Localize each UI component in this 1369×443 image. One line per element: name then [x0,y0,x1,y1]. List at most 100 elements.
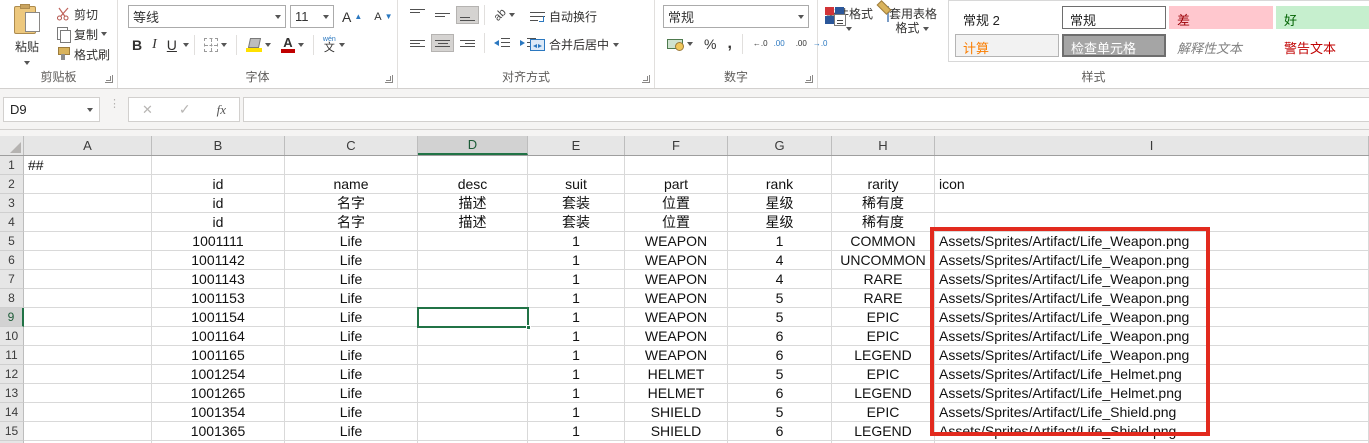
cell-I8[interactable]: Assets/Sprites/Artifact/Life_Weapon.png [935,289,1369,308]
cell-H4[interactable]: 稀有度 [832,213,935,232]
cell-F6[interactable]: WEAPON [625,251,728,270]
cell-H9[interactable]: EPIC [832,308,935,327]
cell-D2[interactable]: desc [418,175,528,194]
style-chip-explanatory[interactable]: 解释性文本 [1169,34,1273,57]
column-header-H[interactable]: H [832,136,935,155]
cell-A2[interactable] [24,175,152,194]
cell-C7[interactable]: Life [285,270,418,289]
cell-A1[interactable]: ## [24,156,152,175]
cell-I15[interactable]: Assets/Sprites/Artifact/Life_Shield.png [935,422,1369,441]
cell-I12[interactable]: Assets/Sprites/Artifact/Life_Helmet.png [935,365,1369,384]
column-header-B[interactable]: B [152,136,285,155]
cell-A3[interactable] [24,194,152,213]
style-chip-good[interactable]: 好 [1276,6,1369,29]
cell-B12[interactable]: 1001254 [152,365,285,384]
cell-C6[interactable]: Life [285,251,418,270]
cell-H1[interactable] [832,156,935,175]
cell-F4[interactable]: 位置 [625,213,728,232]
cell-D10[interactable] [418,327,528,346]
cell-F11[interactable]: WEAPON [625,346,728,365]
row-header-7[interactable]: 7 [0,270,24,289]
cell-B13[interactable]: 1001265 [152,384,285,403]
underline-button[interactable]: U [163,34,181,56]
row-header-3[interactable]: 3 [0,194,24,213]
cell-F12[interactable]: HELMET [625,365,728,384]
style-chip-warning[interactable]: 警告文本 [1276,34,1369,57]
accounting-format-button[interactable] [663,35,697,54]
formula-input[interactable] [243,97,1369,122]
row-header-15[interactable]: 15 [0,422,24,441]
increase-decimal-button[interactable]: ←.0 .00 [749,37,789,51]
cell-D11[interactable] [418,346,528,365]
borders-button[interactable] [200,35,231,55]
name-box-caret-icon[interactable] [87,108,93,112]
alignment-dialog-launcher-icon[interactable] [642,75,650,83]
cell-I5[interactable]: Assets/Sprites/Artifact/Life_Weapon.png [935,232,1369,251]
style-chip-calculation[interactable]: 计算 [955,34,1059,57]
cell-D15[interactable] [418,422,528,441]
format-painter-button[interactable]: 格式刷 [52,44,116,64]
cell-B11[interactable]: 1001165 [152,346,285,365]
middle-align-button[interactable] [431,6,454,24]
merge-center-button[interactable]: 合并后居中 [526,33,623,56]
cell-B14[interactable]: 1001354 [152,403,285,422]
row-header-10[interactable]: 10 [0,327,24,346]
align-center-button[interactable] [431,34,454,52]
cell-F10[interactable]: WEAPON [625,327,728,346]
cell-E13[interactable]: 1 [528,384,625,403]
decrease-indent-button[interactable] [490,34,514,52]
cell-I13[interactable]: Assets/Sprites/Artifact/Life_Helmet.png [935,384,1369,403]
bold-button[interactable]: B [128,34,146,56]
cell-I14[interactable]: Assets/Sprites/Artifact/Life_Shield.png [935,403,1369,422]
column-header-C[interactable]: C [285,136,418,155]
cell-F3[interactable]: 位置 [625,194,728,213]
row-header-6[interactable]: 6 [0,251,24,270]
italic-button[interactable]: I [148,34,161,56]
cell-D6[interactable] [418,251,528,270]
cell-C10[interactable]: Life [285,327,418,346]
insert-function-icon[interactable]: fx [217,102,226,118]
cell-C5[interactable]: Life [285,232,418,251]
cell-I9[interactable]: Assets/Sprites/Artifact/Life_Weapon.png [935,308,1369,327]
select-all-corner[interactable] [0,136,24,155]
decrease-font-size-button[interactable]: A▼ [370,8,396,26]
font-color-button[interactable]: A [277,35,308,56]
cell-D1[interactable] [418,156,528,175]
cell-E4[interactable]: 套装 [528,213,625,232]
cell-H13[interactable]: LEGEND [832,384,935,403]
cell-A8[interactable] [24,289,152,308]
cell-A15[interactable] [24,422,152,441]
column-header-F[interactable]: F [625,136,728,155]
style-chip-normal2[interactable]: 常规 2 [955,6,1059,29]
cell-G12[interactable]: 5 [728,365,832,384]
cell-A10[interactable] [24,327,152,346]
font-dialog-launcher-icon[interactable] [385,75,393,83]
cell-C13[interactable]: Life [285,384,418,403]
cell-A6[interactable] [24,251,152,270]
paste-button[interactable]: 粘贴 [6,4,48,74]
font-size-combo[interactable]: 11 [290,5,334,28]
cell-C2[interactable]: name [285,175,418,194]
style-chip-check-cell[interactable]: 检查单元格 [1062,34,1166,57]
cell-H10[interactable]: EPIC [832,327,935,346]
cell-D12[interactable] [418,365,528,384]
cell-A13[interactable] [24,384,152,403]
style-chip-normal-selected[interactable]: 常规 [1062,6,1166,29]
cell-B4[interactable]: id [152,213,285,232]
cell-H8[interactable]: RARE [832,289,935,308]
cell-A5[interactable] [24,232,152,251]
cell-E10[interactable]: 1 [528,327,625,346]
row-header-8[interactable]: 8 [0,289,24,308]
align-left-button[interactable] [406,34,429,52]
cell-A12[interactable] [24,365,152,384]
row-header-9[interactable]: 9 [0,308,24,327]
cell-C8[interactable]: Life [285,289,418,308]
cell-F14[interactable]: SHIELD [625,403,728,422]
cell-B5[interactable]: 1001111 [152,232,285,251]
enter-icon[interactable]: ✓ [179,101,191,118]
cell-I7[interactable]: Assets/Sprites/Artifact/Life_Weapon.png [935,270,1369,289]
column-header-E[interactable]: E [528,136,625,155]
cell-C15[interactable]: Life [285,422,418,441]
column-header-D[interactable]: D [418,136,528,155]
cell-C14[interactable]: Life [285,403,418,422]
